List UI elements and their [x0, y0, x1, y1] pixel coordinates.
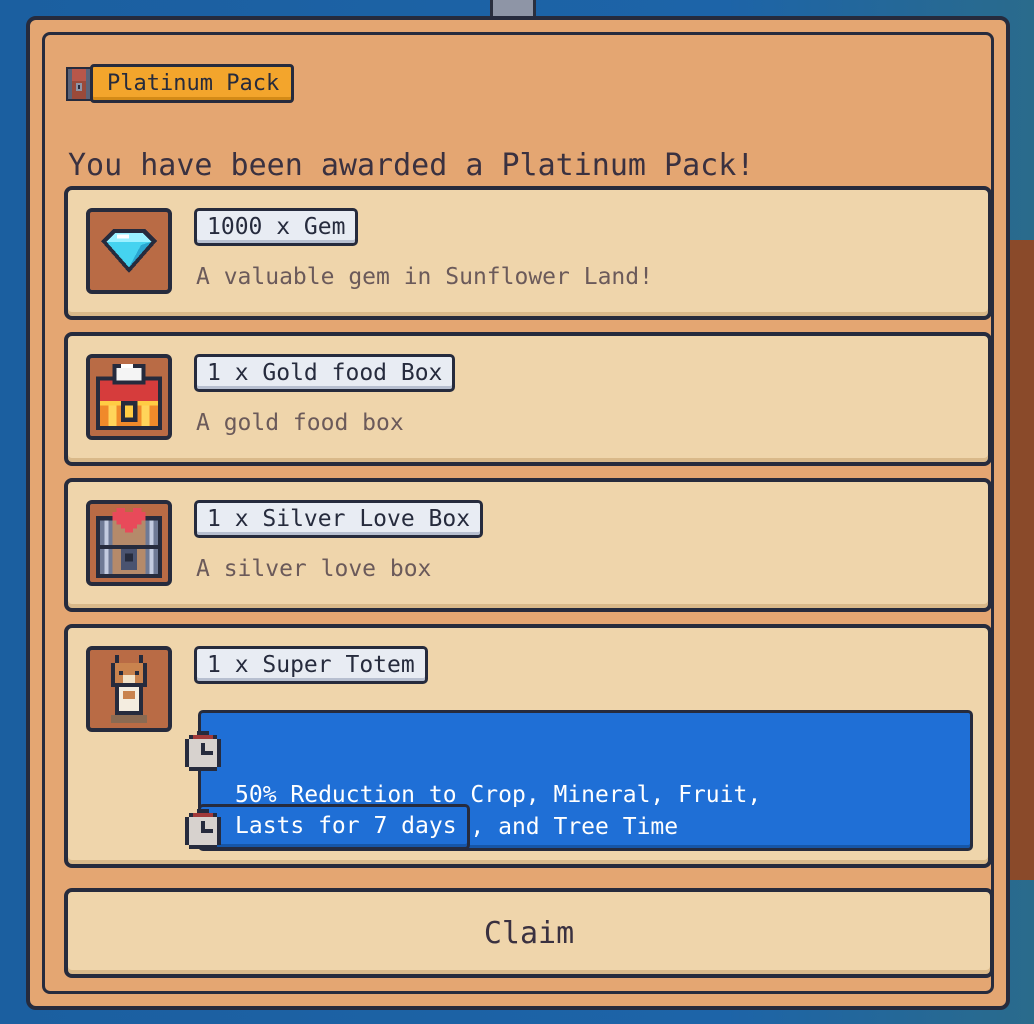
- duration-text: Lasts for 7 days: [235, 813, 457, 839]
- item-icon-frame: [86, 500, 172, 586]
- pack-badge-label: Platinum Pack: [90, 63, 295, 103]
- reward-item-card: 1 x Super Totem 50% Reduction to Crop, M…: [64, 624, 992, 868]
- reward-item-card: 1 x Gold food Box A gold food box: [64, 332, 992, 466]
- item-title: 1 x Silver Love Box: [194, 500, 484, 538]
- item-icon-frame: [86, 646, 172, 732]
- duration-label: Lasts for 7 days: [185, 804, 470, 850]
- item-title: 1000 x Gem: [194, 208, 359, 246]
- pack-header: Platinum Pack: [64, 63, 295, 103]
- award-headline: You have been awarded a Platinum Pack!: [68, 148, 755, 183]
- gold-food-box-icon: [96, 364, 162, 430]
- stopwatch-icon: [185, 809, 221, 849]
- chest-icon: [66, 67, 92, 101]
- item-description: A silver love box: [196, 556, 432, 582]
- reward-item-card: 1000 x Gem A valuable gem in Sunflower L…: [64, 186, 992, 320]
- item-title: 1 x Gold food Box: [194, 354, 456, 392]
- silver-love-box-icon: [96, 508, 162, 578]
- item-icon-frame: [86, 208, 172, 294]
- super-totem-icon: [111, 655, 147, 723]
- reward-item-card: 1 x Silver Love Box A silver love box: [64, 478, 992, 612]
- reward-modal: Platinum Pack You have been awarded a Pl…: [26, 16, 1010, 1010]
- item-description: A valuable gem in Sunflower Land!: [196, 264, 653, 290]
- gem-icon: [101, 229, 157, 273]
- item-title: 1 x Super Totem: [194, 646, 428, 684]
- stopwatch-icon: [185, 731, 221, 771]
- item-description: A gold food box: [196, 410, 404, 436]
- item-icon-frame: [86, 354, 172, 440]
- claim-button[interactable]: Claim: [64, 888, 994, 978]
